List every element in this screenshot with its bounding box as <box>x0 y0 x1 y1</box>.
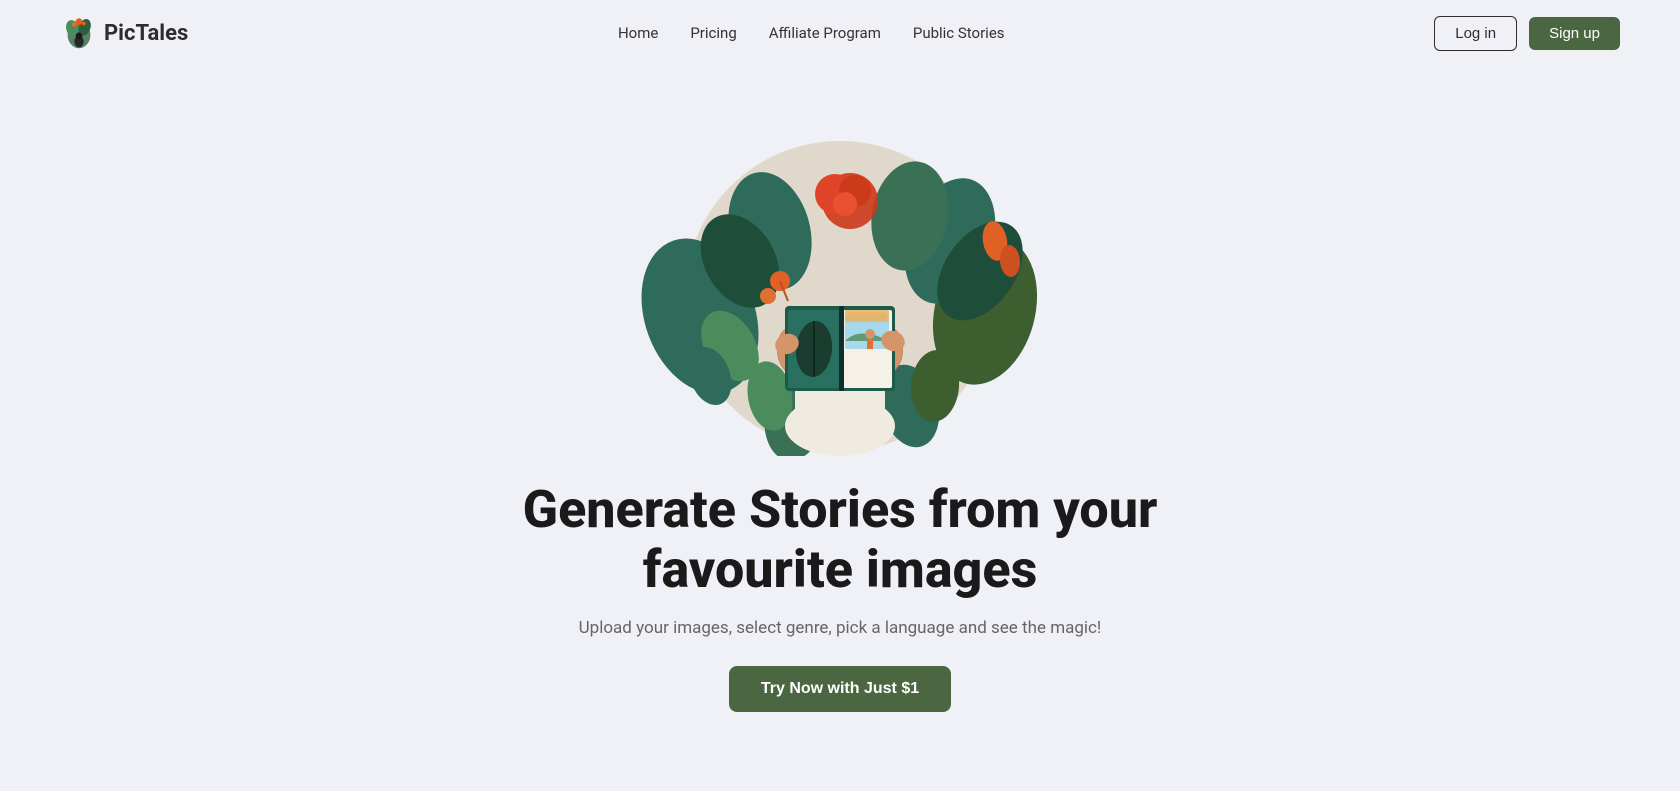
hero-illustration <box>640 86 1040 456</box>
nav-actions: Log in Sign up <box>1434 16 1620 51</box>
hero-section: Generate Stories from your favourite ima… <box>0 66 1680 752</box>
nav-link-public-stories[interactable]: Public Stories <box>913 24 1005 42</box>
nav-link-home[interactable]: Home <box>618 24 658 42</box>
logo-icon <box>60 14 98 52</box>
cta-button[interactable]: Try Now with Just $1 <box>729 666 951 712</box>
nav-link-affiliate[interactable]: Affiliate Program <box>769 24 881 42</box>
login-button[interactable]: Log in <box>1434 16 1517 51</box>
hero-title: Generate Stories from your favourite ima… <box>523 480 1158 600</box>
nav-link-pricing[interactable]: Pricing <box>690 24 736 42</box>
nav-links: Home Pricing Affiliate Program Public St… <box>618 24 1005 42</box>
signup-button[interactable]: Sign up <box>1529 17 1620 50</box>
hero-subtitle: Upload your images, select genre, pick a… <box>579 618 1102 638</box>
logo[interactable]: PicTales <box>60 14 188 52</box>
logo-text: PicTales <box>104 21 188 46</box>
navbar: PicTales Home Pricing Affiliate Program … <box>0 0 1680 66</box>
